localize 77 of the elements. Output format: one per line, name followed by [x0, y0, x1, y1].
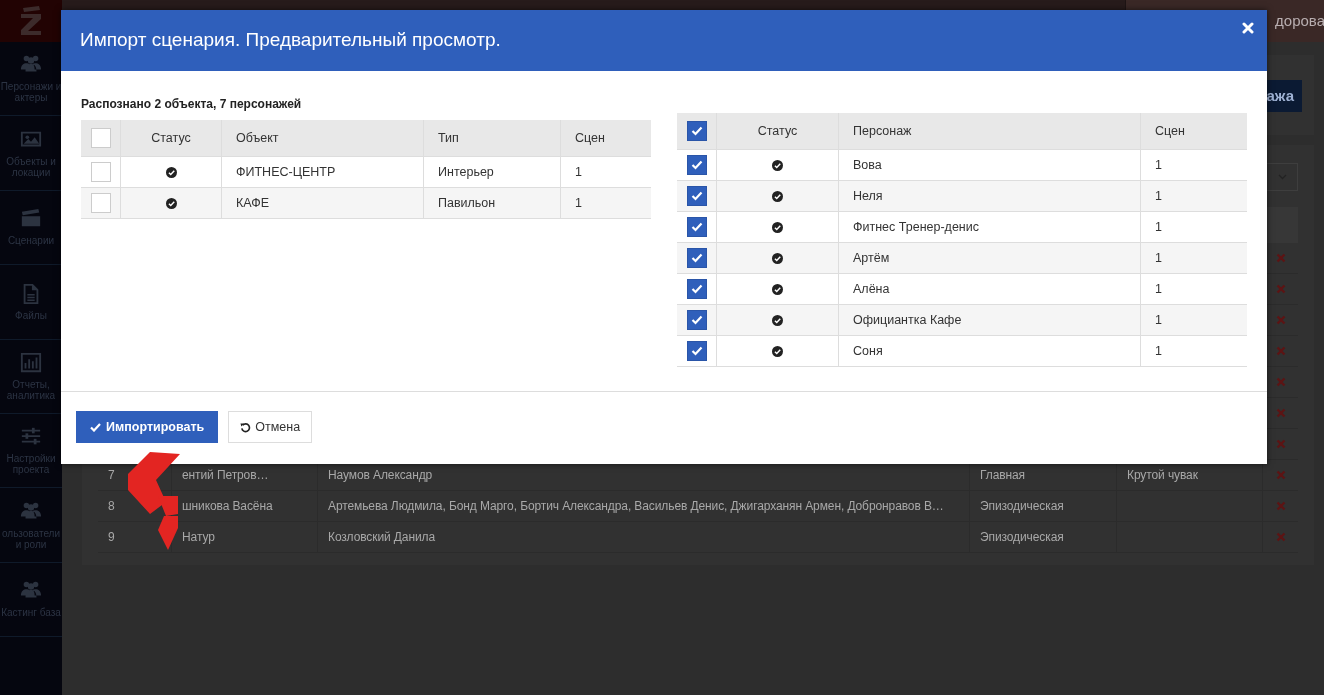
table-cell-text: Крутой чувак: [1127, 467, 1198, 484]
table-cell-text: Главная: [980, 467, 1025, 484]
checkbox[interactable]: [686, 186, 707, 206]
delete-icon[interactable]: [1275, 532, 1286, 542]
table-cell-text: Алёна: [853, 280, 890, 298]
table-cell-text: Эпизодическая: [980, 498, 1064, 515]
table-cell-text: 1: [1155, 156, 1162, 174]
bar-chart-icon: [20, 351, 42, 374]
delete-icon[interactable]: [1275, 408, 1286, 418]
table-cell-text: 1: [1155, 187, 1162, 205]
column-header: Сцен: [575, 129, 605, 147]
summary-text: Распознано 2 объекта, 7 персонажей: [81, 96, 303, 113]
checkbox[interactable]: [686, 121, 707, 141]
table-cell-text: Артём: [853, 249, 890, 267]
logo-icon: [18, 6, 44, 36]
table-cell-text: Павильон: [438, 194, 496, 212]
checkmark-icon: [90, 422, 101, 432]
table-cell-text: 1: [1155, 218, 1162, 236]
checkmark-icon: [690, 284, 703, 294]
column-header: Статус: [757, 122, 798, 140]
checkmark-icon: [690, 222, 703, 232]
delete-icon[interactable]: [1275, 439, 1286, 449]
checkmark-icon: [690, 191, 703, 201]
checkbox[interactable]: [686, 310, 707, 330]
table-cell-text: Фитнес Тренер-денис: [853, 218, 979, 236]
delete-icon[interactable]: [1275, 346, 1286, 356]
table-cell-text: ентий Петров…: [182, 467, 269, 484]
close-button[interactable]: [1242, 21, 1256, 35]
table-cell-text: 1: [1155, 342, 1162, 360]
checkmark-icon: [690, 126, 703, 136]
table-cell-text: Артемьева Людмила, Бонд Марго, Бортич Александра, Васильев Денис, Джигарханян Армен, Добронравов В…: [328, 498, 944, 515]
table-cell-text: 7: [108, 467, 115, 484]
modal-title: Импорт сценария. Предварительный просмотр.: [80, 28, 501, 53]
undo-icon: [240, 421, 252, 433]
delete-icon[interactable]: [1275, 470, 1286, 480]
checkbox[interactable]: [686, 341, 707, 361]
table-cell-text: Интерьер: [438, 163, 494, 181]
table-cell-text: Натур: [182, 529, 215, 546]
delete-icon[interactable]: [1275, 377, 1286, 387]
checkbox[interactable]: [686, 279, 707, 299]
checkmark-icon: [690, 315, 703, 325]
close-icon: [1242, 22, 1254, 34]
column-header: Сцен: [1155, 122, 1185, 140]
table-cell-text: Вова: [853, 156, 882, 174]
table-cell-text: Неля: [853, 187, 883, 205]
checkbox[interactable]: [686, 248, 707, 268]
column-header: Персонаж: [853, 122, 912, 140]
import-button[interactable]: Импортировать: [76, 411, 219, 443]
delete-icon[interactable]: [1275, 253, 1286, 263]
table-cell-text: Козловский Данила: [328, 529, 436, 546]
checkmark-icon: [690, 346, 703, 356]
delete-icon[interactable]: [1275, 284, 1286, 294]
column-header: Статус: [151, 129, 191, 147]
table-cell-text: Наумов Александр: [328, 467, 433, 484]
table-cell-text: Официантка Кафе: [853, 311, 962, 329]
checkmark-icon: [690, 253, 703, 263]
table-cell-text: Соня: [853, 342, 883, 360]
table-cell-text: ФИТНЕС-ЦЕНТР: [236, 163, 336, 181]
column-header: Тип: [438, 129, 459, 147]
column-header: Объект: [236, 129, 279, 147]
checkmark-icon: [690, 160, 703, 170]
cancel-button[interactable]: Отмена: [228, 411, 313, 443]
checkbox[interactable]: [686, 217, 707, 237]
table-cell-text: шникова Васёна: [182, 498, 273, 515]
table-cell-text: 8: [108, 498, 115, 515]
table-cell-text: КАФЕ: [236, 194, 270, 212]
table-cell-text: 1: [1155, 280, 1162, 298]
checkbox[interactable]: [686, 155, 707, 175]
table-cell-text: 1: [1155, 311, 1162, 329]
table-cell-text: 1: [575, 163, 582, 181]
table-cell-text: 9: [108, 529, 115, 546]
table-cell-text: 1: [575, 194, 582, 212]
table-cell-text: 1: [1155, 249, 1162, 267]
table-cell-text: Эпизодическая: [980, 529, 1064, 546]
delete-icon[interactable]: [1275, 501, 1286, 511]
delete-icon[interactable]: [1275, 315, 1286, 325]
logo[interactable]: [0, 0, 62, 42]
